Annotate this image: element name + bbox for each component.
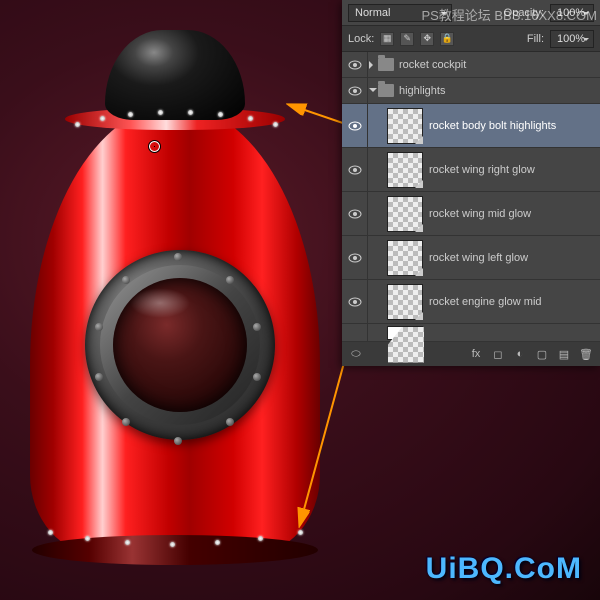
visibility-toggle[interactable] [342,78,368,103]
layer-rocket-engine-glow-mid[interactable]: rocket engine glow mid [342,280,600,324]
layer-name[interactable]: rocket wing mid glow [429,208,600,220]
lock-transparency-icon[interactable]: ▦ [380,32,394,46]
folder-icon [378,58,394,71]
panel-footer: ⬭ fx ◻ ◐ ▢ ▤ 🗑 [342,342,600,366]
visibility-toggle[interactable] [342,280,368,323]
layer-name[interactable]: rocket body bolt highlights [429,120,600,132]
lock-label: Lock: [348,33,374,45]
visibility-toggle[interactable] [342,104,368,147]
new-layer-icon[interactable]: ▤ [554,345,574,363]
layer-rocket-wing-left-glow[interactable]: rocket wing left glow [342,236,600,280]
layers-panel: Normal Opacity: 100% Lock: ▦ ✎ ✥ 🔒 Fill:… [342,0,600,366]
layer-rocket-wing-mid-glow[interactable]: rocket wing mid glow [342,192,600,236]
visibility-toggle[interactable] [342,52,368,77]
layer-name[interactable]: rocket wing left glow [429,252,600,264]
lock-fill-row: Lock: ▦ ✎ ✥ 🔒 Fill: 100% [342,26,600,52]
canvas: Normal Opacity: 100% Lock: ▦ ✎ ✥ 🔒 Fill:… [0,0,600,600]
collapse-icon[interactable] [368,85,378,96]
visibility-toggle[interactable] [342,148,368,191]
layer-name[interactable]: rocket cockpit [399,59,600,71]
adjustment-icon[interactable]: ◐ [510,345,530,363]
mask-icon[interactable]: ◻ [488,345,508,363]
visibility-toggle[interactable] [342,236,368,279]
layer-group-rocket-cockpit[interactable]: rocket cockpit [342,52,600,78]
layer-thumbnail[interactable] [387,196,423,232]
visibility-toggle[interactable] [342,324,368,341]
layer-name[interactable]: rocket engine glow mid [429,296,600,308]
fill-value[interactable]: 100% [550,30,594,48]
watermark-url: PS教程论坛 BBS.16XX8.COM [421,5,597,24]
lock-pixels-icon[interactable]: ✎ [400,32,414,46]
layer-partial[interactable] [342,324,600,342]
layer-thumbnail[interactable] [387,108,423,144]
group-icon[interactable]: ▢ [532,345,552,363]
expand-icon[interactable] [368,61,378,69]
layer-name[interactable]: rocket wing right glow [429,164,600,176]
visibility-toggle[interactable] [342,192,368,235]
folder-icon [378,84,394,97]
layer-list: rocket cockpit highlights rocket body bo… [342,52,600,342]
lock-all-icon[interactable]: 🔒 [440,32,454,46]
layer-thumbnail[interactable] [387,284,423,320]
layer-thumbnail[interactable] [387,240,423,276]
link-layers-icon[interactable]: ⬭ [346,345,366,363]
layer-rocket-body-bolt-highlights[interactable]: rocket body bolt highlights [342,104,600,148]
layer-thumbnail[interactable] [387,152,423,188]
lock-icons: ▦ ✎ ✥ 🔒 [380,32,454,46]
layer-rocket-wing-right-glow[interactable]: rocket wing right glow [342,148,600,192]
trash-icon[interactable]: 🗑 [576,345,596,363]
watermark-logo: UiBQ.CoM [426,552,582,586]
layer-group-highlights[interactable]: highlights [342,78,600,104]
lock-position-icon[interactable]: ✥ [420,32,434,46]
layer-name[interactable]: highlights [399,85,600,97]
fill-label: Fill: [527,33,544,45]
fx-icon[interactable]: fx [466,345,486,363]
layer-thumbnail[interactable] [387,326,423,340]
